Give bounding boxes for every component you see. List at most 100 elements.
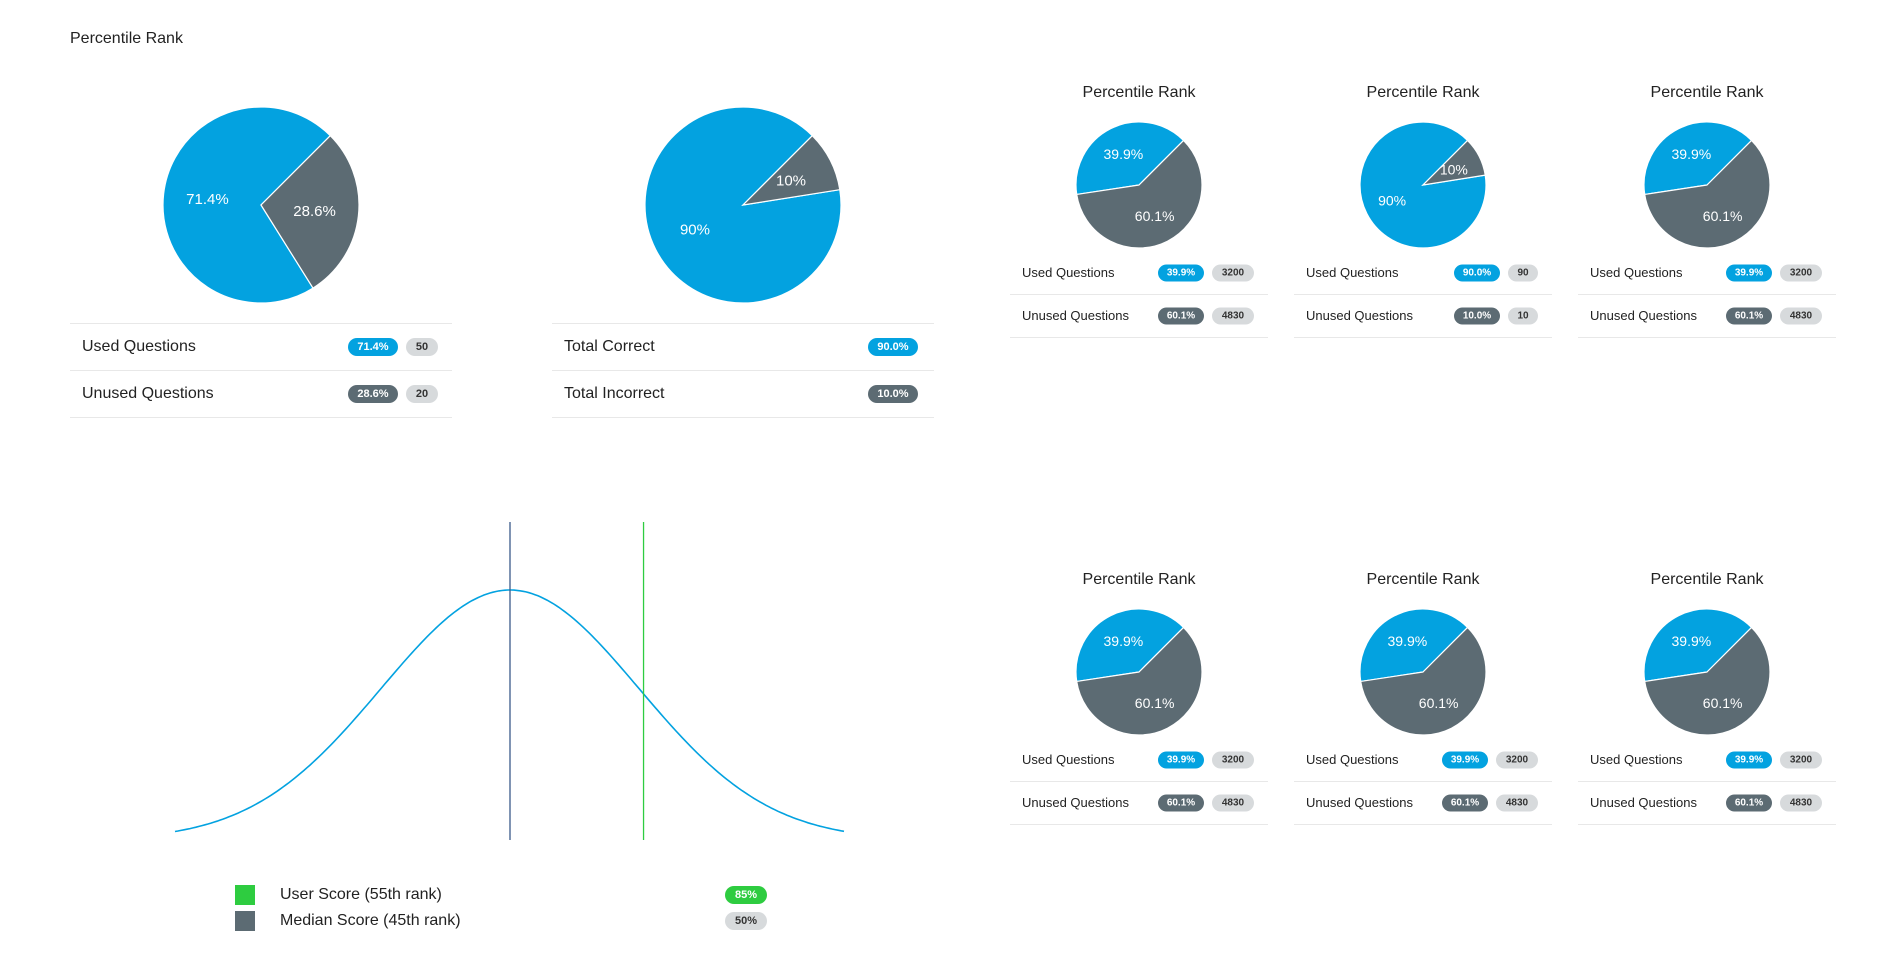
table-row: Total Correct 90.0%: [552, 324, 934, 371]
pie-chart: 39.9% 60.1%: [1075, 608, 1203, 736]
percent-badge: 39.9%: [1726, 264, 1772, 282]
pie-panel-used-questions: 71.4% 28.6% Used Questions 71.4% 50 Unuse…: [70, 105, 452, 418]
percent-badge: 60.1%: [1726, 307, 1772, 325]
table-row: Unused Questions 60.1% 4830: [1010, 295, 1268, 338]
row-label: Used Questions: [1022, 752, 1115, 767]
slice-label: 28.6%: [293, 203, 336, 220]
count-badge: 10: [1508, 307, 1538, 325]
count-badge: 3200: [1780, 751, 1822, 769]
panel-title: Percentile Rank: [1650, 571, 1764, 588]
panel-title: Percentile Rank: [1082, 84, 1196, 101]
percent-badge: 39.9%: [1158, 264, 1204, 282]
percent-badge: 60.1%: [1726, 794, 1772, 812]
percent-badge: 39.9%: [1158, 751, 1204, 769]
table-row: Used Questions 39.9% 3200: [1294, 739, 1552, 782]
table-row: Unused Questions 60.1% 4830: [1294, 782, 1552, 825]
pie-panel-small: Percentile Rank 39.9% 60.1% Used Question…: [1578, 571, 1836, 825]
panel-title: Percentile Rank: [1082, 571, 1196, 588]
count-badge: 20: [406, 385, 438, 403]
table-row: Unused Questions 28.6% 20: [70, 371, 452, 418]
pie-panel-small: Percentile Rank 39.9% 60.1% Used Question…: [1010, 571, 1268, 825]
pie-chart: 39.9% 60.1%: [1643, 121, 1771, 249]
percent-badge: 60.1%: [1442, 794, 1488, 812]
legend-table: Used Questions 90.0% 90 Unused Questions…: [1294, 252, 1552, 338]
row-label: Used Questions: [1306, 265, 1399, 280]
percent-badge: 60.1%: [1158, 794, 1204, 812]
count-badge: 3200: [1496, 751, 1538, 769]
legend-table: Used Questions 39.9% 3200 Unused Questio…: [1010, 739, 1268, 825]
row-label: Unused Questions: [1306, 795, 1413, 810]
curve-legend: User Score (55th rank) 85% Median Score …: [235, 882, 770, 934]
legend-table: Used Questions 39.9% 3200 Unused Questio…: [1010, 252, 1268, 338]
legend-table: Used Questions 71.4% 50 Unused Questions…: [70, 323, 452, 418]
row-label: Used Questions: [82, 338, 196, 355]
slice-label: 60.1%: [1135, 695, 1175, 711]
percent-badge: 39.9%: [1726, 751, 1772, 769]
row-label: Unused Questions: [82, 385, 214, 402]
count-badge: 90: [1508, 264, 1538, 282]
slice-label: 90%: [1378, 193, 1406, 209]
pie-panel-total-correct: 90% 10% Total Correct 90.0% Total Incorre…: [552, 105, 934, 418]
row-label: Total Correct: [564, 338, 655, 355]
percent-badge: 39.9%: [1442, 751, 1488, 769]
slice-label: 60.1%: [1135, 208, 1175, 224]
count-badge: 4830: [1496, 794, 1538, 812]
pie-chart: 71.4% 28.6%: [162, 106, 360, 304]
table-row: Used Questions 90.0% 90: [1294, 252, 1552, 295]
legend-table: Used Questions 39.9% 3200 Unused Questio…: [1578, 739, 1836, 825]
pie-chart: 39.9% 60.1%: [1643, 608, 1771, 736]
count-badge: 4830: [1780, 794, 1822, 812]
count-badge: 4830: [1212, 307, 1254, 325]
slice-label: 60.1%: [1703, 695, 1743, 711]
count-badge: 3200: [1780, 264, 1822, 282]
percent-badge: 60.1%: [1158, 307, 1204, 325]
percent-badge: 90.0%: [868, 338, 918, 356]
legend-label: Median Score (45th rank): [280, 912, 461, 929]
slice-label: 10%: [1440, 161, 1468, 177]
panel-title: Percentile Rank: [1366, 84, 1480, 101]
table-row: Unused Questions 60.1% 4830: [1010, 782, 1268, 825]
legend-item-user-score: User Score (55th rank) 85%: [235, 882, 770, 908]
table-row: Used Questions 39.9% 3200: [1010, 739, 1268, 782]
bell-curve-chart: [174, 522, 845, 840]
row-label: Unused Questions: [1590, 308, 1697, 323]
legend-item-median-score: Median Score (45th rank) 50%: [235, 908, 770, 934]
table-row: Used Questions 39.9% 3200: [1578, 252, 1836, 295]
pie-panel-small: Percentile Rank 39.9% 60.1% Used Question…: [1294, 571, 1552, 825]
table-row: Used Questions 71.4% 50: [70, 324, 452, 371]
pie-chart: 39.9% 60.1%: [1075, 121, 1203, 249]
legend-label: User Score (55th rank): [280, 886, 442, 903]
table-row: Total Incorrect 10.0%: [552, 371, 934, 418]
row-label: Used Questions: [1306, 752, 1399, 767]
slice-label: 39.9%: [1104, 146, 1144, 162]
slice-label: 60.1%: [1419, 695, 1459, 711]
slice-label: 39.9%: [1388, 633, 1428, 649]
pie-chart: 39.9% 60.1%: [1359, 608, 1487, 736]
panel-title: Percentile Rank: [1366, 571, 1480, 588]
legend-swatch: [235, 885, 255, 905]
slice-label: 10%: [776, 173, 806, 190]
score-badge: 85%: [725, 886, 767, 904]
row-label: Unused Questions: [1306, 308, 1413, 323]
slice-label: 71.4%: [186, 191, 229, 208]
table-row: Used Questions 39.9% 3200: [1578, 739, 1836, 782]
slice-label: 39.9%: [1672, 633, 1712, 649]
pie-panel-small: Percentile Rank 90% 10% Used Questions 90…: [1294, 84, 1552, 338]
table-row: Unused Questions 60.1% 4830: [1578, 782, 1836, 825]
row-label: Total Incorrect: [564, 385, 665, 402]
count-badge: 50: [406, 338, 438, 356]
score-badge: 50%: [725, 912, 767, 930]
row-label: Unused Questions: [1590, 795, 1697, 810]
percent-badge: 10.0%: [868, 385, 918, 403]
slice-label: 90%: [680, 221, 710, 238]
slice-label: 39.9%: [1104, 633, 1144, 649]
legend-table: Total Correct 90.0% Total Incorrect 10.0…: [552, 323, 934, 418]
legend-table: Used Questions 39.9% 3200 Unused Questio…: [1294, 739, 1552, 825]
row-label: Unused Questions: [1022, 308, 1129, 323]
page-title: Percentile Rank: [70, 30, 183, 47]
count-badge: 4830: [1212, 794, 1254, 812]
pie-panel-small: Percentile Rank 39.9% 60.1% Used Question…: [1578, 84, 1836, 338]
percent-badge: 71.4%: [348, 338, 398, 356]
count-badge: 3200: [1212, 264, 1254, 282]
percent-badge: 10.0%: [1454, 307, 1500, 325]
